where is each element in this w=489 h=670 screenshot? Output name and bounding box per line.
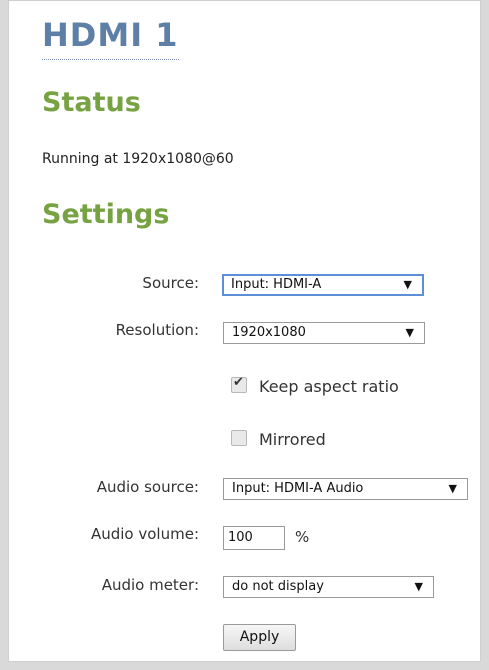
resolution-label: Resolution: xyxy=(115,321,199,339)
source-label: Source: xyxy=(142,274,199,292)
audio-meter-select-value: do not display xyxy=(232,579,324,594)
page-title: HDMI 1 xyxy=(42,13,179,60)
audio-volume-unit: % xyxy=(295,528,310,546)
audio-source-select[interactable]: Input: HDMI-A Audio ▼ xyxy=(223,478,468,500)
status-text: Running at 1920x1080@60 xyxy=(42,151,234,167)
mirrored-checkbox[interactable] xyxy=(231,430,247,446)
audio-meter-label: Audio meter: xyxy=(101,576,199,594)
audio-source-select-value: Input: HDMI-A Audio xyxy=(232,481,364,496)
resolution-select-value: 1920x1080 xyxy=(232,325,306,340)
mirrored-label: Mirrored xyxy=(259,430,326,449)
resolution-select[interactable]: 1920x1080 ▼ xyxy=(223,322,425,344)
keep-aspect-ratio-option[interactable]: Keep aspect ratio xyxy=(231,375,399,396)
status-heading: Status xyxy=(42,87,141,118)
mirrored-option[interactable]: Mirrored xyxy=(231,430,326,449)
keep-aspect-ratio-label: Keep aspect ratio xyxy=(259,377,399,396)
source-select[interactable]: Input: HDMI-A ▼ xyxy=(222,274,424,296)
caret-down-icon: ▼ xyxy=(414,580,423,593)
audio-volume-label: Audio volume: xyxy=(90,525,199,543)
caret-down-icon: ▼ xyxy=(405,326,414,339)
audio-source-label: Audio source: xyxy=(96,478,199,496)
keep-aspect-ratio-checkbox[interactable] xyxy=(231,375,247,393)
audio-volume-input[interactable]: 100 xyxy=(223,526,285,550)
source-select-value: Input: HDMI-A xyxy=(231,277,322,292)
settings-panel: HDMI 1 Status Running at 1920x1080@60 Se… xyxy=(8,0,481,662)
audio-meter-select[interactable]: do not display ▼ xyxy=(223,576,434,598)
apply-button[interactable]: Apply xyxy=(223,624,296,651)
settings-heading: Settings xyxy=(42,199,170,230)
caret-down-icon: ▼ xyxy=(403,278,412,291)
caret-down-icon: ▼ xyxy=(448,482,457,495)
